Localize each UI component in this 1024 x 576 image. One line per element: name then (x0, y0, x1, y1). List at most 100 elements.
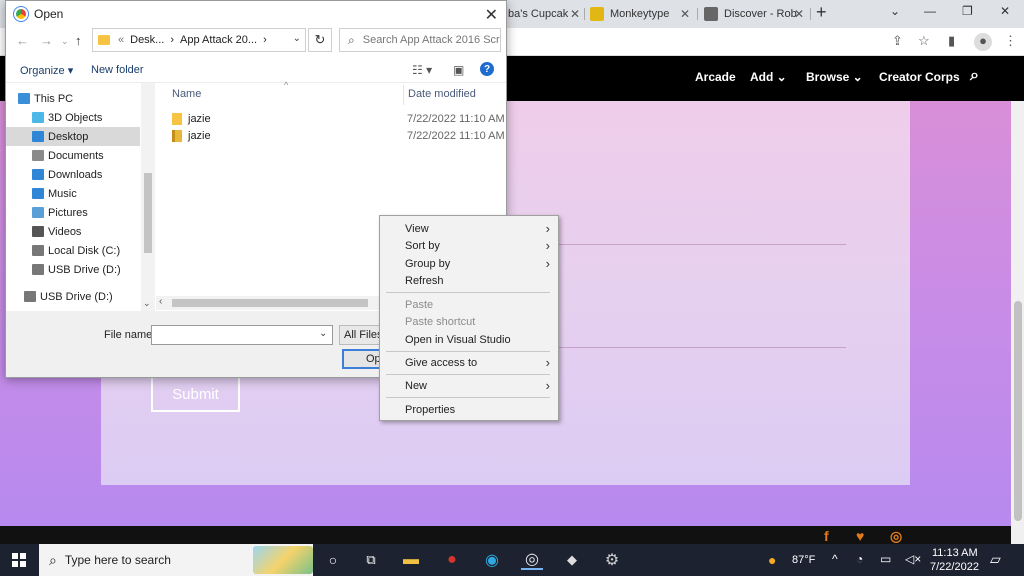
address-bar[interactable]: « Desk... › App Attack 20... › ⌄ (92, 28, 306, 52)
notifications-icon[interactable]: ▱ (990, 551, 1001, 568)
organize-button[interactable]: Organize ▾ (20, 64, 73, 77)
folder-icon (98, 35, 110, 45)
nav-item-local-disk[interactable]: Local Disk (C:) (6, 241, 140, 260)
column-header-name[interactable]: Name (172, 88, 201, 100)
search-input[interactable]: ⌕ Search App Attack 2016 Scra... (339, 28, 501, 52)
scrollbar-thumb[interactable] (144, 173, 152, 253)
chevron-down-icon[interactable]: ⌄ (319, 328, 327, 339)
menu-item-sort-by[interactable]: Sort by › (405, 237, 555, 254)
close-tab-icon[interactable]: ✕ (794, 7, 804, 21)
close-icon[interactable]: ✕ (485, 5, 498, 25)
scrollbar-thumb[interactable] (1014, 301, 1022, 521)
recent-locations-icon[interactable]: ⌄ (61, 36, 69, 47)
weather-sun-icon[interactable]: ● (768, 552, 776, 568)
tray-overflow-icon[interactable]: ^ (832, 552, 838, 566)
menu-item-group-by[interactable]: Group by › (405, 255, 555, 272)
close-tab-icon[interactable]: ✕ (570, 7, 580, 21)
new-tab-button[interactable]: + (816, 2, 827, 23)
page-scrollbar[interactable] (1011, 101, 1024, 544)
network-icon[interactable]: ◔ (856, 552, 863, 566)
close-window-icon[interactable]: ✕ (1000, 4, 1010, 18)
nav-item-pictures[interactable]: Pictures (6, 203, 140, 222)
weather-temperature[interactable]: 87°F (792, 554, 815, 566)
menu-separator (386, 397, 550, 398)
nav-add[interactable]: Add ⌄ (750, 70, 787, 84)
menu-kebab-icon[interactable]: ⋮ (1004, 33, 1017, 49)
close-tab-icon[interactable]: ✕ (680, 7, 690, 21)
tab-monkeytype[interactable]: Monkeytype ✕ (590, 3, 694, 25)
breadcrumb-separator[interactable]: › (170, 34, 174, 46)
nav-browse[interactable]: Browse ⌄ (806, 70, 863, 84)
task-view-icon[interactable]: ⧉ (360, 550, 382, 570)
clock-date[interactable]: 7/22/2022 (930, 561, 979, 573)
nav-arcade[interactable]: Arcade (695, 70, 736, 84)
restore-icon[interactable]: ❐ (962, 4, 973, 18)
taskbar-search-box[interactable]: ⌕ Type here to search (39, 544, 313, 576)
twitter-icon[interactable]: ♥ (856, 528, 864, 544)
minimize-icon[interactable]: — (924, 4, 936, 18)
roblox-icon[interactable]: ◆ (561, 550, 583, 570)
scrollbar-thumb[interactable] (172, 299, 368, 307)
settings-gear-icon[interactable]: ⚙ (601, 550, 623, 570)
help-icon[interactable]: ? (480, 62, 494, 76)
search-icon[interactable]: ⌕ (970, 67, 979, 85)
refresh-button[interactable]: ↻ (308, 28, 332, 52)
breadcrumb-separator[interactable]: › (263, 34, 267, 46)
nav-item-this-pc[interactable]: This PC (6, 89, 140, 108)
file-explorer-icon[interactable]: ▬ (400, 550, 422, 570)
instagram-icon[interactable]: ◎ (890, 528, 902, 545)
clock-time[interactable]: 11:13 AM (932, 547, 978, 559)
file-row[interactable]: jazie 7/22/2022 11:10 AM (172, 128, 505, 144)
file-name-field[interactable] (151, 325, 333, 345)
side-panel-icon[interactable]: ▮ (948, 33, 955, 49)
up-arrow-icon[interactable]: ↑ (75, 33, 82, 48)
forward-arrow-icon[interactable]: → (40, 33, 53, 48)
windows-start-icon[interactable] (12, 553, 26, 567)
nav-creator-corps[interactable]: Creator Corps (879, 70, 960, 84)
new-folder-button[interactable]: New folder (91, 64, 144, 76)
nav-pane-scrollbar[interactable]: ⌄ (141, 83, 155, 311)
chevron-down-icon[interactable]: ⌄ (293, 33, 301, 44)
file-row[interactable]: jazie 7/22/2022 11:10 AM (172, 111, 505, 127)
breadcrumb-overflow[interactable]: « (118, 34, 124, 46)
bookmark-star-icon[interactable]: ☆ (918, 33, 930, 49)
column-divider[interactable] (403, 85, 404, 105)
preview-pane-icon[interactable]: ▣ (453, 63, 464, 77)
nav-item-music[interactable]: Music (6, 184, 140, 203)
share-icon[interactable]: ⇪ (892, 33, 903, 49)
tab-discover[interactable]: Discover - Rob ✕ (704, 3, 808, 25)
scroll-left-arrow-icon[interactable]: ‹ (159, 296, 162, 307)
nav-item-usb-drive[interactable]: USB Drive (D:) (6, 260, 140, 279)
menu-item-properties[interactable]: Properties (405, 401, 555, 418)
edge-browser-icon[interactable]: ◉ (481, 550, 503, 570)
menu-item-new[interactable]: New › (405, 377, 555, 394)
tab-cupcake[interactable]: ba's Cupcak ✕ (508, 3, 584, 25)
menu-item-view[interactable]: View › (405, 220, 555, 237)
facebook-icon[interactable]: f (824, 528, 829, 544)
nav-item-videos[interactable]: Videos (6, 222, 140, 241)
menu-item-open-in-visual-studio[interactable]: Open in Visual Studio (405, 331, 555, 348)
back-arrow-icon[interactable]: ← (16, 33, 29, 48)
volume-muted-icon[interactable]: ◁× (905, 552, 921, 566)
submit-button[interactable]: Submit (151, 376, 240, 412)
column-header-date[interactable]: Date modified (408, 88, 476, 100)
nav-item-downloads[interactable]: Downloads (6, 165, 140, 184)
chrome-icon[interactable]: ◎ (521, 550, 543, 570)
menu-item-label: Properties (405, 403, 456, 416)
cortana-icon[interactable]: ○ (322, 550, 344, 570)
change-view-icon[interactable]: ☷ ▾ (412, 63, 432, 77)
scroll-down-arrow-icon[interactable]: ⌄ (143, 298, 151, 309)
battery-icon[interactable]: ▭ (880, 552, 891, 566)
breadcrumb-app-attack[interactable]: App Attack 20... (180, 34, 257, 46)
tab-search-icon[interactable]: ⌄ (890, 4, 900, 18)
media-player-icon[interactable]: ● (441, 550, 463, 570)
profile-avatar[interactable]: ● (974, 33, 992, 51)
nav-item-documents[interactable]: Documents (6, 146, 140, 165)
nav-item-desktop[interactable]: Desktop (6, 127, 140, 146)
nav-item-label: USB Drive (D:) (48, 263, 121, 276)
nav-item-usb-drive-root[interactable]: USB Drive (D:) (6, 287, 140, 306)
breadcrumb-desktop[interactable]: Desk... (130, 34, 164, 46)
nav-item-3d-objects[interactable]: 3D Objects (6, 108, 140, 127)
menu-item-refresh[interactable]: Refresh (405, 272, 555, 289)
menu-item-give-access-to[interactable]: Give access to › (405, 354, 555, 371)
